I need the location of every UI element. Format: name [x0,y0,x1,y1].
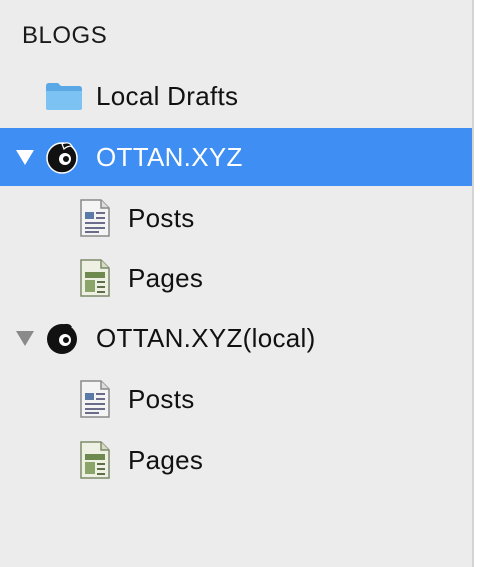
folder-icon [44,80,84,112]
sidebar-item-blog-ottan-xyz[interactable]: OTTAN.XYZ [0,128,472,186]
sidebar-item-label: Posts [128,383,195,414]
blogs-sidebar: BLOGS Local Drafts OTTAN.XYZ Posts Pages… [0,0,474,567]
blog-logo-icon [44,320,80,356]
blog-logo-icon [44,139,80,175]
pages-document-icon [78,440,112,480]
sidebar-item-label: OTTAN.XYZ(local) [96,322,316,353]
sidebar-item-label: Pages [128,444,204,475]
posts-document-icon [78,198,112,238]
sidebar-item-posts[interactable]: Posts [0,370,472,428]
sidebar-item-label: OTTAN.XYZ [96,141,243,172]
disclosure-triangle-expanded-icon[interactable] [12,325,38,351]
sidebar-item-label: Local Drafts [96,80,239,111]
sidebar-item-label: Posts [128,202,195,233]
blogs-section-header: BLOGS [22,22,108,49]
sidebar-item-posts[interactable]: Posts [0,189,472,247]
pages-document-icon [78,258,112,298]
sidebar-item-label: Pages [128,262,204,293]
posts-document-icon [78,379,112,419]
sidebar-item-local-drafts[interactable]: Local Drafts [0,67,472,125]
sidebar-item-pages[interactable]: Pages [0,431,472,489]
disclosure-triangle-expanded-icon[interactable] [12,144,38,170]
sidebar-item-blog-ottan-xyz-local[interactable]: OTTAN.XYZ(local) [0,309,472,367]
sidebar-item-pages[interactable]: Pages [0,249,472,307]
